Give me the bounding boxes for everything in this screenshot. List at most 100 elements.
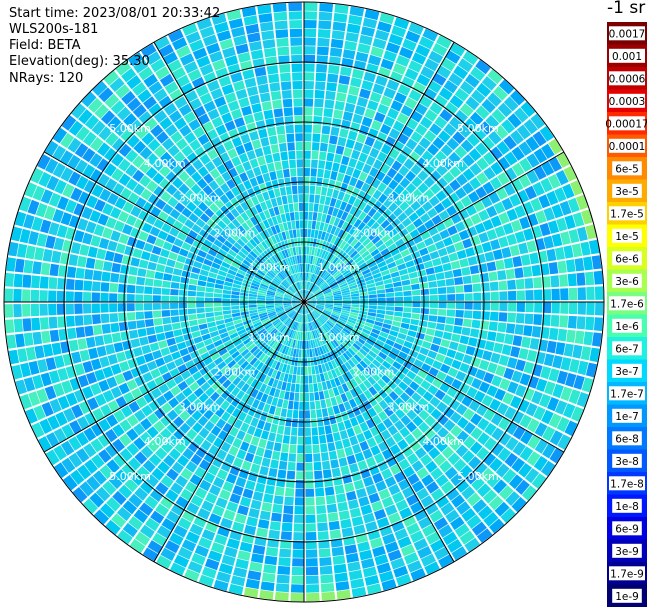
data-cell (425, 328, 436, 336)
data-cell (31, 275, 41, 289)
data-cell (448, 252, 459, 262)
data-cell (74, 279, 84, 291)
data-cell (23, 332, 34, 347)
data-cell (490, 352, 501, 364)
data-cell (342, 111, 354, 122)
data-cell (514, 324, 524, 335)
data-cell (273, 188, 281, 198)
data-cell (286, 470, 296, 480)
data-cell (48, 303, 57, 316)
data-cell (6, 257, 16, 272)
data-cell (240, 133, 251, 144)
colorbar-label: 1e-9 (615, 591, 639, 603)
data-cell (304, 427, 311, 436)
colorbar-label: 1.7e-6 (610, 298, 644, 310)
data-cell (173, 329, 183, 337)
data-cell (285, 479, 295, 488)
data-cell (317, 29, 331, 39)
data-cell (323, 108, 334, 118)
data-cell (263, 564, 277, 574)
data-cell (498, 280, 508, 291)
colorbar-label: 3e-9 (615, 546, 639, 558)
data-cell (144, 319, 154, 327)
data-cell (455, 285, 464, 293)
data-cell (412, 307, 421, 314)
data-cell (231, 294, 240, 299)
data-cell (135, 239, 146, 250)
data-cell (152, 350, 163, 360)
data-cell (285, 417, 292, 427)
data-cell (403, 307, 412, 313)
data-cell (334, 440, 344, 450)
data-cell (342, 304, 351, 307)
data-cell (290, 46, 303, 55)
data-cell (498, 354, 510, 367)
data-cell (437, 316, 446, 324)
data-cell (277, 134, 286, 144)
data-cell (585, 271, 595, 286)
data-cell (557, 260, 567, 274)
data-cell (308, 375, 313, 384)
data-cell (256, 527, 268, 538)
data-cell (65, 303, 74, 315)
data-cell (438, 294, 447, 301)
colorbar-label: 0.001 (612, 51, 642, 63)
data-cell (304, 46, 316, 55)
data-cell (287, 400, 294, 410)
data-cell (593, 270, 603, 285)
data-cell (92, 314, 101, 325)
data-cell (403, 296, 412, 302)
data-cell (393, 281, 402, 288)
data-cell (161, 310, 171, 317)
data-cell (296, 150, 303, 159)
data-cell (327, 73, 339, 83)
data-cell (472, 283, 482, 292)
data-cell (330, 38, 344, 49)
data-cell (310, 168, 317, 177)
data-cell (354, 452, 365, 463)
data-cell (314, 470, 323, 480)
data-cell (94, 335, 105, 347)
data-cell (294, 497, 304, 506)
data-cell (23, 259, 34, 274)
data-cell (313, 383, 319, 392)
data-cell (462, 238, 473, 249)
data-cell (411, 313, 420, 320)
data-cell (450, 260, 461, 270)
data-cell (329, 47, 343, 57)
data-cell (30, 303, 40, 317)
data-cell (298, 202, 304, 212)
data-cell (454, 241, 465, 252)
data-cell (263, 449, 273, 459)
data-cell (313, 116, 323, 125)
data-cell (100, 313, 110, 324)
data-cell (196, 308, 205, 314)
data-cell (273, 11, 288, 21)
data-cell (294, 211, 300, 221)
data-cell (118, 283, 127, 293)
data-cell (249, 94, 261, 105)
data-cell (288, 2, 302, 12)
data-cell (262, 172, 271, 183)
data-cell (555, 342, 566, 356)
data-cell (289, 392, 295, 401)
data-cell (290, 37, 303, 46)
data-cell (465, 247, 476, 257)
data-cell (312, 212, 318, 221)
data-cell (290, 593, 304, 602)
data-cell (462, 354, 473, 365)
data-cell (454, 277, 464, 285)
data-cell (258, 438, 267, 449)
data-cell (85, 257, 96, 269)
data-cell (319, 557, 332, 567)
data-cell (571, 243, 583, 258)
data-cell (259, 590, 274, 600)
data-cell (418, 276, 428, 283)
data-cell (190, 325, 200, 333)
data-cell (384, 283, 394, 289)
data-cell (268, 135, 278, 145)
data-cell (189, 319, 198, 327)
data-cell (310, 176, 317, 186)
data-cell (246, 516, 258, 527)
data-cell (526, 240, 537, 253)
